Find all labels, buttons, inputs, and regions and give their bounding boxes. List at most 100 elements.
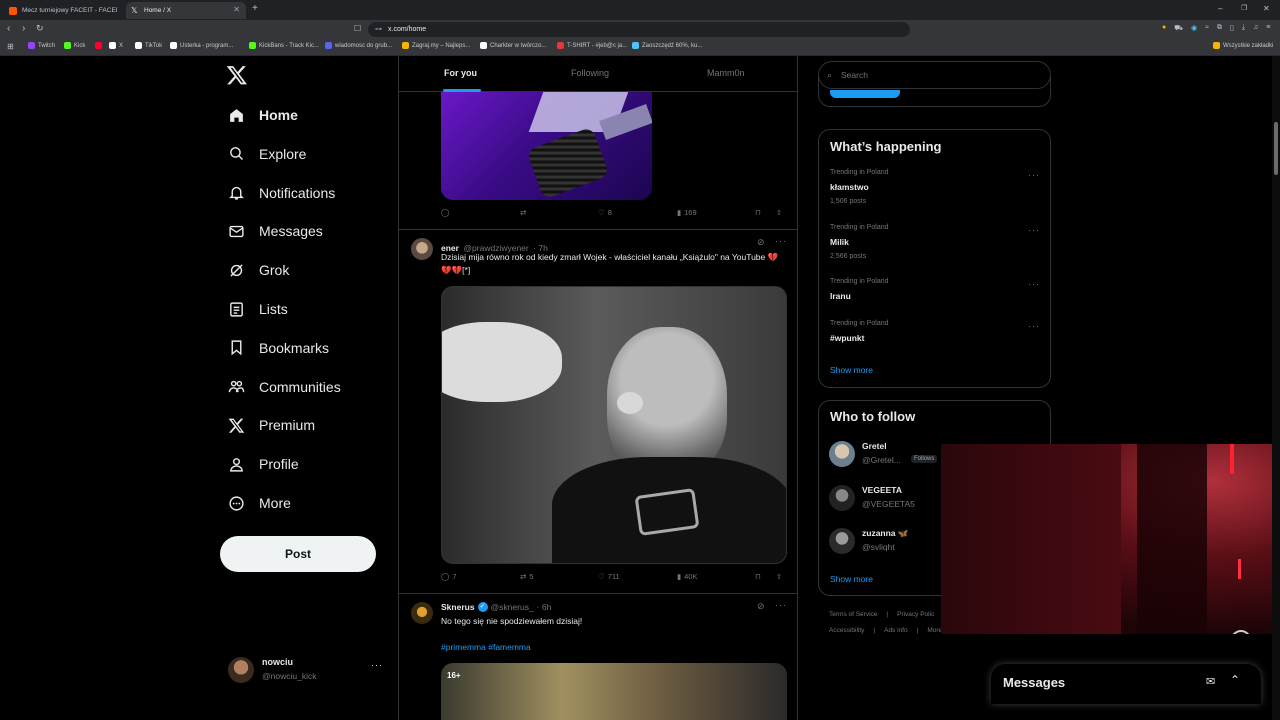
- tweet-author-avatar[interactable]: [411, 602, 433, 624]
- nav-item-messages[interactable]: Messages: [228, 216, 323, 246]
- browser-tab-home-x[interactable]: 𝕏 Home / X ✕: [126, 2, 246, 19]
- reload-icon[interactable]: ↻: [36, 23, 44, 34]
- tweet-author-avatar[interactable]: [411, 238, 433, 260]
- ads-info-link[interactable]: Ads info: [884, 627, 908, 634]
- nav-item-lists[interactable]: Lists: [228, 294, 288, 324]
- follow-suggestion-name[interactable]: Gretel: [862, 441, 887, 451]
- follow-suggestion-name[interactable]: zuzanna 🦋: [862, 528, 908, 539]
- more-dots-icon[interactable]: ···: [775, 600, 787, 610]
- grok-explain-icon[interactable]: ⊘: [757, 237, 765, 248]
- bookmark-item[interactable]: Usterka - program...: [170, 42, 233, 49]
- bookmark-page-icon[interactable]: ☐: [354, 24, 361, 33]
- tweet-media-photo[interactable]: 16+: [441, 663, 787, 720]
- avatar[interactable]: [829, 441, 855, 467]
- bookmark-item[interactable]: Kick: [64, 42, 85, 49]
- sidebar-toggle-icon[interactable]: ▯: [1230, 24, 1234, 33]
- like-button[interactable]: ♡ 8: [598, 208, 612, 217]
- media-control-icon[interactable]: ♫: [1253, 24, 1258, 33]
- share-icon[interactable]: ⇧: [776, 208, 782, 217]
- more-dots-icon[interactable]: ···: [1028, 170, 1040, 180]
- tweet-author-handle[interactable]: @sknerus_: [491, 602, 534, 612]
- extensions-puzzle-icon[interactable]: ⧉: [1217, 24, 1222, 33]
- subscribe-button[interactable]: [830, 90, 900, 98]
- nav-item-premium[interactable]: Premium: [228, 410, 315, 440]
- messages-drawer[interactable]: Messages ✉ ⌃: [991, 664, 1261, 704]
- close-tab-icon[interactable]: ✕: [233, 5, 240, 14]
- extension-car-icon[interactable]: ⛟: [1174, 24, 1183, 33]
- tab-mamm0n[interactable]: Mamm0n: [707, 68, 745, 78]
- new-message-icon[interactable]: ✉: [1206, 675, 1215, 688]
- retweet-icon[interactable]: ⇄: [520, 208, 526, 217]
- grok-explain-icon[interactable]: ⊘: [757, 601, 765, 612]
- more-dots-icon[interactable]: ···: [371, 660, 383, 670]
- site-info-icon[interactable]: ⊶: [375, 22, 382, 37]
- like-button[interactable]: ♡ 711: [598, 572, 620, 581]
- nav-item-explore[interactable]: Explore: [228, 139, 306, 169]
- privacy-link[interactable]: Privacy Polic: [897, 611, 934, 618]
- nav-item-communities[interactable]: Communities: [228, 372, 341, 402]
- reply-button[interactable]: ◯ 7: [441, 572, 457, 581]
- views-button[interactable]: ▮ 169: [677, 208, 697, 217]
- post-button[interactable]: Post: [220, 536, 376, 572]
- nav-item-bookmarks[interactable]: Bookmarks: [228, 333, 329, 363]
- views-button[interactable]: ▮ 40K: [677, 572, 698, 581]
- more-dots-icon[interactable]: ···: [1028, 321, 1040, 331]
- bookmark-item[interactable]: Charkter w twórczo...: [480, 42, 546, 49]
- browser-menu-icon[interactable]: ≡: [1266, 24, 1270, 33]
- more-dots-icon[interactable]: ···: [1028, 225, 1040, 235]
- avatar[interactable]: [829, 485, 855, 511]
- extension-dot-icon[interactable]: ◉: [1191, 24, 1197, 33]
- nav-item-home[interactable]: Home: [228, 100, 298, 130]
- avatar[interactable]: [829, 528, 855, 554]
- bookmark-icon[interactable]: ⊓: [755, 572, 761, 581]
- account-switcher[interactable]: nowciu @nowciu_kick ···: [228, 655, 388, 687]
- page-scrollbar[interactable]: [1272, 56, 1280, 720]
- tweet-time[interactable]: · 6h: [537, 602, 552, 612]
- close-window-icon[interactable]: ✕: [1263, 4, 1270, 13]
- extension-coin-icon[interactable]: ●: [1162, 24, 1166, 33]
- nav-item-more[interactable]: More: [228, 488, 291, 518]
- bookmark-item[interactable]: Zaoszczędź 60%, ku...: [632, 42, 702, 49]
- forward-icon[interactable]: ›: [22, 23, 25, 34]
- share-icon[interactable]: ⇧: [776, 572, 782, 581]
- more-dots-icon[interactable]: ···: [1028, 279, 1040, 289]
- new-tab-icon[interactable]: +: [252, 3, 258, 14]
- retweet-button[interactable]: ⇄ 5: [520, 572, 533, 581]
- terms-link[interactable]: Terms of Service: [829, 611, 877, 618]
- all-bookmarks-folder[interactable]: Wszystkie zakładki: [1213, 42, 1273, 49]
- x-logo-icon[interactable]: [226, 64, 248, 86]
- scrollbar-thumb[interactable]: [1274, 122, 1278, 175]
- bookmark-item[interactable]: Twitch: [28, 42, 55, 49]
- expand-chevron-icon[interactable]: ⌃: [1230, 673, 1240, 687]
- tweet-media-photo[interactable]: [441, 286, 787, 564]
- tweet-author-name[interactable]: Sknerus: [441, 602, 475, 612]
- maximize-window-icon[interactable]: ❐: [1241, 4, 1247, 12]
- tweet-media-image[interactable]: [441, 92, 652, 200]
- bookmark-item[interactable]: T-SHIRT - #jeb@c ja...: [557, 42, 627, 49]
- tweet-hashtags[interactable]: #primemma #famemma: [441, 641, 531, 654]
- downloads-icon[interactable]: ⤓: [1242, 24, 1245, 33]
- reply-icon[interactable]: ◯: [441, 208, 449, 217]
- show-more-trends-link[interactable]: Show more: [830, 365, 873, 375]
- tab-for-you[interactable]: For you: [444, 68, 477, 78]
- extension-rss-icon[interactable]: ≈: [1205, 24, 1209, 33]
- bookmark-icon[interactable]: ⊓: [755, 208, 761, 217]
- tab-following[interactable]: Following: [571, 68, 609, 78]
- browser-tab-faceit[interactable]: Mecz turniejowy FACEIT - FACEIT.com: [4, 2, 122, 19]
- nav-item-grok[interactable]: Grok: [228, 255, 289, 285]
- address-input[interactable]: ⊶ x.com/home: [368, 22, 910, 37]
- bookmark-item[interactable]: wiadomosc do grub...: [325, 42, 392, 49]
- accessibility-link[interactable]: Accessibility: [829, 627, 864, 634]
- more-dots-icon[interactable]: ···: [775, 236, 787, 246]
- show-more-follows-link[interactable]: Show more: [830, 574, 873, 584]
- bookmark-item[interactable]: TikTok: [135, 42, 162, 49]
- apps-grid-icon[interactable]: ⊞: [7, 42, 14, 51]
- follow-suggestion-name[interactable]: VEGEETA: [862, 485, 902, 495]
- nav-item-notifications[interactable]: Notifications: [228, 178, 335, 208]
- bookmark-item[interactable]: KickBans - Track Kic...: [249, 42, 319, 49]
- nav-item-profile[interactable]: Profile: [228, 449, 299, 479]
- bookmark-item[interactable]: Zagraj.my – Najleps...: [402, 42, 470, 49]
- bookmark-item[interactable]: X: [109, 42, 123, 49]
- bookmark-item[interactable]: [95, 42, 105, 49]
- minimize-window-icon[interactable]: –: [1218, 4, 1222, 13]
